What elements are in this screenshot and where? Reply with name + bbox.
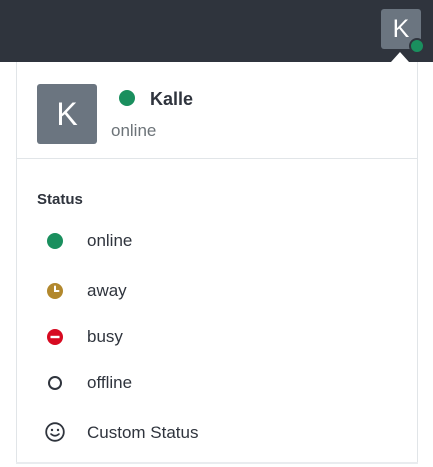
status-online-icon — [409, 38, 425, 54]
status-option-busy[interactable]: busy — [17, 315, 417, 359]
avatar: K — [37, 84, 97, 144]
user-menu-avatar-button[interactable]: K — [381, 9, 425, 54]
status-option-label: Custom Status — [87, 423, 199, 442]
status-option-label: online — [87, 231, 133, 250]
status-option-label: offline — [87, 373, 133, 392]
user-header: K Kalle online — [17, 62, 417, 159]
status-online-icon — [119, 90, 135, 106]
avatar-initial: K — [392, 15, 410, 43]
status-section-title: Status — [37, 191, 83, 208]
user-name: Kalle — [150, 89, 194, 109]
divider — [16, 462, 418, 464]
status-option-offline[interactable]: offline — [17, 361, 417, 405]
status-option-label: away — [87, 281, 127, 300]
user-status-text: online — [111, 121, 157, 140]
top-bar: K — [0, 0, 433, 62]
status-busy-icon — [47, 329, 63, 345]
smiley-icon — [45, 422, 65, 442]
status-option-away[interactable]: away — [17, 269, 417, 313]
custom-status-option[interactable]: Custom Status — [17, 411, 417, 455]
status-option-online[interactable]: online — [17, 219, 417, 263]
status-away-icon — [47, 283, 63, 299]
avatar-initial: K — [56, 96, 78, 132]
user-status-dropdown: K Kalle online Status online away busy o… — [16, 62, 418, 462]
dropdown-caret — [391, 52, 409, 62]
status-option-label: busy — [87, 327, 123, 346]
status-online-icon — [47, 233, 63, 249]
status-offline-icon — [48, 376, 62, 390]
